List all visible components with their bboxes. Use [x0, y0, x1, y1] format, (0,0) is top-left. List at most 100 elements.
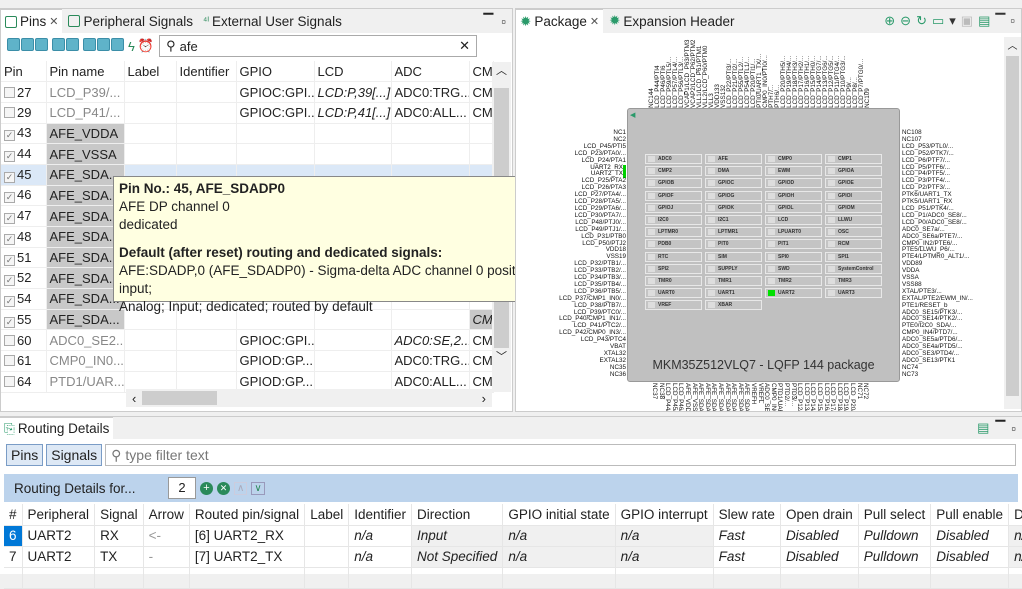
- pin-checkbox[interactable]: [4, 376, 15, 388]
- column-header[interactable]: Arrow: [143, 504, 190, 526]
- peripheral-block[interactable]: SPI1: [825, 251, 882, 262]
- tab-routing-details[interactable]: ⎘ Routing Details: [0, 417, 114, 439]
- dropdown-icon[interactable]: ▾: [949, 13, 956, 29]
- column-header[interactable]: GPIO interrupt: [615, 504, 714, 526]
- pins-search-field[interactable]: ⚲ afe ✕: [159, 35, 478, 57]
- tab-peripheral-signals[interactable]: Peripheral Signals: [64, 9, 197, 33]
- peripheral-block[interactable]: UART0: [645, 288, 702, 299]
- peripheral-block[interactable]: GPIOJ: [645, 202, 702, 213]
- pin-label[interactable]: NC36: [530, 371, 626, 379]
- column-header[interactable]: GPIO initial state: [502, 504, 616, 526]
- comment-icon[interactable]: ▤: [977, 420, 989, 436]
- column-header[interactable]: Direction: [411, 504, 504, 526]
- search-input[interactable]: afe: [180, 39, 460, 54]
- pin-label[interactable]: VREFH: [749, 383, 757, 404]
- column-header[interactable]: Pin name: [46, 61, 125, 83]
- routing-cell[interactable]: Disabled: [780, 525, 859, 547]
- column-header[interactable]: Label: [124, 61, 177, 83]
- column-header[interactable]: LCD: [314, 61, 392, 83]
- routing-cell[interactable]: Not Specified: [411, 546, 504, 568]
- routing-cell[interactable]: n/a: [615, 525, 714, 547]
- table-row[interactable]: 7 UART2 TX - [7] UART2_TX n/a Not Specified n/a…: [4, 546, 1022, 568]
- zoom-in-icon[interactable]: ⊕: [884, 13, 895, 29]
- peripheral-block[interactable]: CMP1: [825, 154, 882, 164]
- routing-filter-field[interactable]: ⚲ type filter text: [105, 444, 1016, 466]
- scrollbar-thumb[interactable]: [1006, 56, 1019, 396]
- cell-pin[interactable]: 60: [1, 329, 47, 352]
- move-up-icon[interactable]: ∧: [234, 481, 248, 495]
- peripheral-block[interactable]: LCD: [765, 215, 822, 225]
- peripheral-block[interactable]: GPIOF: [645, 190, 702, 201]
- peripheral-block[interactable]: GPIOD: [765, 178, 822, 189]
- signals-toggle-button[interactable]: Signals: [46, 444, 103, 466]
- table-row[interactable]: ✓ 44 AFE_VSSA: [1, 143, 494, 165]
- scroll-up-icon[interactable]: ︿: [492, 62, 511, 78]
- alarm-icon[interactable]: ⏰: [138, 38, 154, 54]
- cell-pin[interactable]: 64: [1, 371, 47, 393]
- show-routed-icon[interactable]: [21, 38, 34, 51]
- peripheral-block[interactable]: UART3: [825, 288, 882, 299]
- routing-cell[interactable]: n/a: [502, 546, 616, 568]
- peripheral-block[interactable]: GPIOE: [825, 178, 882, 189]
- pin-checkbox[interactable]: ✓: [4, 295, 15, 307]
- column-header[interactable]: Identifier: [176, 61, 237, 83]
- routing-cell[interactable]: Disabled: [780, 546, 859, 568]
- column-header[interactable]: Digit: [1008, 504, 1022, 526]
- comment-icon[interactable]: ▤: [978, 13, 990, 29]
- peripheral-block[interactable]: GPIOC: [705, 178, 762, 189]
- minimize-button[interactable]: ▔: [995, 420, 1005, 436]
- cell-pin[interactable]: 29: [1, 102, 47, 124]
- pin-checkbox[interactable]: [4, 86, 15, 98]
- pins-toggle-button[interactable]: Pins: [6, 444, 44, 466]
- peripheral-block[interactable]: SIM: [705, 251, 762, 262]
- peripheral-block[interactable]: GPIOK: [705, 202, 762, 213]
- pin-checkbox[interactable]: ✓: [4, 275, 15, 287]
- peripheral-block[interactable]: CMP0: [765, 154, 822, 164]
- column-header[interactable]: Identifier: [348, 504, 413, 526]
- column-header[interactable]: Peripheral: [22, 504, 96, 526]
- chip-view-icon[interactable]: ▣: [961, 13, 973, 29]
- pin-checkbox[interactable]: ✓: [4, 171, 15, 183]
- cell-pin[interactable]: ✓ 44: [1, 143, 47, 165]
- peripheral-block[interactable]: SystemControl: [825, 263, 882, 274]
- routing-cell[interactable]: Pulldown: [858, 546, 932, 568]
- table-row[interactable]: 60 ADC0_SE2... GPIOC:GPI... ADC0:SE,2... CM: [1, 329, 494, 352]
- peripheral-block[interactable]: UART1: [705, 288, 762, 299]
- peripheral-block[interactable]: RCM: [825, 239, 882, 250]
- scroll-up-icon[interactable]: ︿: [1004, 37, 1021, 52]
- show-unrouted-icon[interactable]: [35, 38, 48, 51]
- h-scrollbar-thumb[interactable]: [142, 391, 218, 405]
- pin-checkbox[interactable]: ✓: [4, 213, 15, 225]
- route-next-icon[interactable]: [97, 38, 110, 51]
- column-header[interactable]: Open drain: [780, 504, 859, 526]
- peripheral-block[interactable]: XBAR: [705, 300, 762, 311]
- zoom-out-icon[interactable]: ⊖: [900, 13, 911, 29]
- routing-cell[interactable]: n/a: [615, 546, 714, 568]
- pin-label[interactable]: NC37: [650, 383, 658, 399]
- cell-pin[interactable]: ✓ 52: [1, 267, 47, 290]
- cell-pin[interactable]: ✓ 54: [1, 288, 47, 310]
- peripheral-block[interactable]: LPUART0: [765, 227, 822, 238]
- tab-pins[interactable]: Pins ✕: [1, 9, 63, 33]
- cell-pin[interactable]: ✓ 43: [1, 123, 47, 145]
- horizontal-scrollbar[interactable]: ‹ ›: [126, 389, 492, 407]
- minimize-button[interactable]: ▔: [483, 13, 493, 29]
- table-row[interactable]: ✓ 43 AFE_VDDA: [1, 123, 494, 145]
- table-row[interactable]: 6 UART2 RX <- [6] UART2_RX n/a Input n/a n/a Fast…: [4, 525, 1022, 547]
- routing-cell[interactable]: Pulldown: [858, 525, 932, 547]
- peripheral-block[interactable]: SUPPLY: [705, 263, 762, 274]
- package-vertical-scrollbar[interactable]: ︿: [1004, 37, 1021, 409]
- pin-checkbox[interactable]: [4, 107, 15, 119]
- column-header[interactable]: ADC: [391, 61, 470, 83]
- pin-label[interactable]: LCD_P20/...: [848, 383, 856, 411]
- peripheral-block[interactable]: UART2: [765, 288, 822, 299]
- peripheral-block[interactable]: TMR3: [825, 276, 882, 286]
- cell-pin[interactable]: 27: [1, 81, 47, 103]
- cell-pin[interactable]: ✓ 45: [1, 164, 47, 186]
- routing-cell[interactable]: Input: [411, 525, 504, 547]
- clear-search-icon[interactable]: ✕: [459, 38, 470, 54]
- peripheral-block[interactable]: GPIOB: [645, 178, 702, 189]
- power-icon[interactable]: ϟ: [128, 39, 135, 54]
- peripheral-block[interactable]: GPIOI: [825, 190, 882, 201]
- column-header[interactable]: Label: [304, 504, 350, 526]
